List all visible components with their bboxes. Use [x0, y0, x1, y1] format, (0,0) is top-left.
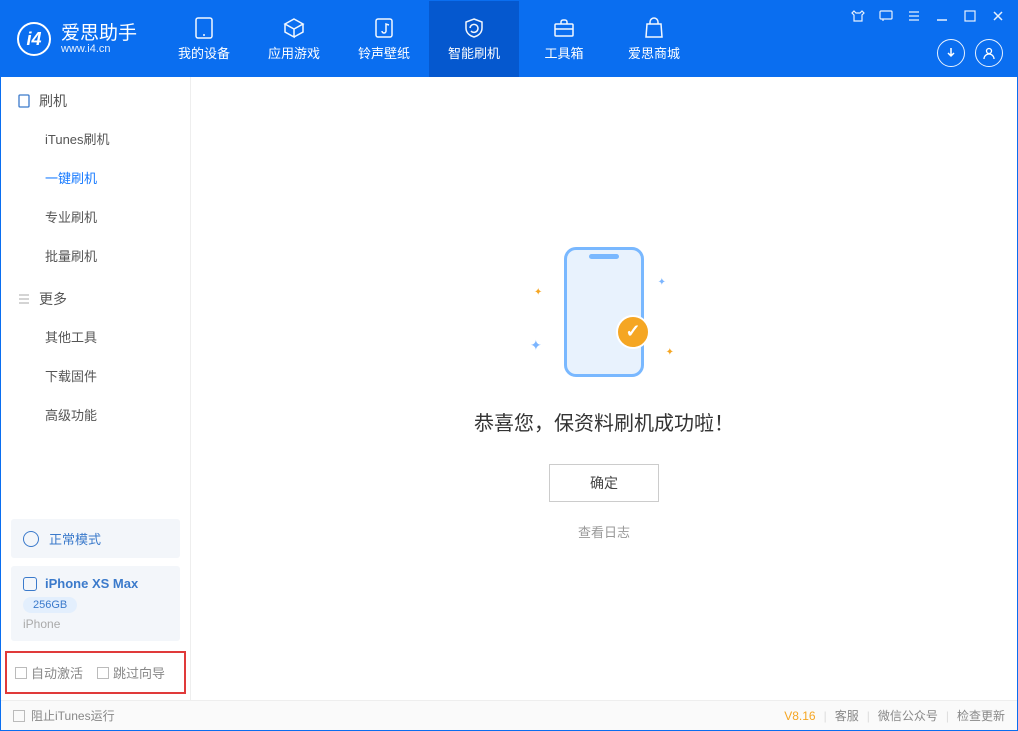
checkbox-icon — [97, 667, 109, 679]
header-right-icons — [937, 39, 1003, 67]
bag-icon — [640, 17, 668, 39]
nav-my-device[interactable]: 我的设备 — [159, 1, 249, 77]
sparkle-icon: ✦ — [666, 347, 674, 358]
sidebar-item-pro-flash[interactable]: 专业刷机 — [45, 197, 190, 236]
device-type: iPhone — [23, 617, 168, 631]
skin-icon[interactable] — [849, 7, 867, 25]
maximize-icon[interactable] — [961, 7, 979, 25]
main-nav: 我的设备 应用游戏 铃声壁纸 智能刷机 工具箱 爱思商城 — [159, 1, 699, 77]
nav-toolbox[interactable]: 工具箱 — [519, 1, 609, 77]
window-controls — [849, 7, 1007, 25]
sidebar-item-itunes-flash[interactable]: iTunes刷机 — [45, 119, 190, 158]
checkbox-auto-activate[interactable]: 自动激活 — [15, 663, 83, 682]
checkbox-skip-wizard[interactable]: 跳过向导 — [97, 663, 165, 682]
toolbox-icon — [550, 17, 578, 39]
device-storage: 256GB — [23, 597, 77, 613]
success-panel: ✓ ✦ ✦ ✦ ✦ 恭喜您，保资料刷机成功啦！ 确定 查看日志 — [474, 237, 734, 541]
nav-store[interactable]: 爱思商城 — [609, 1, 699, 77]
support-link[interactable]: 客服 — [835, 707, 859, 724]
minimize-icon[interactable] — [933, 7, 951, 25]
sparkle-icon: ✦ — [658, 277, 666, 288]
download-icon[interactable] — [937, 39, 965, 67]
app-header: i4 爱思助手 www.i4.cn 我的设备 应用游戏 铃声壁纸 智能刷机 工具… — [1, 1, 1017, 77]
sparkle-icon: ✦ — [530, 337, 542, 354]
app-name: 爱思助手 — [61, 24, 137, 43]
view-log-link[interactable]: 查看日志 — [474, 522, 734, 541]
list-icon — [17, 292, 31, 306]
sidebar-section-flash: 刷机 — [1, 77, 190, 119]
user-icon[interactable] — [975, 39, 1003, 67]
device-mode-card[interactable]: 正常模式 — [11, 519, 180, 558]
menu-icon[interactable] — [905, 7, 923, 25]
nav-label: 铃声壁纸 — [358, 43, 410, 62]
status-bar: 阻止iTunes运行 V8.16 | 客服 | 微信公众号 | 检查更新 — [1, 700, 1017, 730]
section-title: 更多 — [39, 289, 67, 309]
success-illustration: ✓ ✦ ✦ ✦ ✦ — [524, 237, 684, 387]
sparkle-icon: ✦ — [534, 287, 542, 298]
cube-icon — [280, 17, 308, 39]
mode-icon — [23, 531, 39, 547]
mode-label: 正常模式 — [49, 529, 101, 548]
nav-label: 应用游戏 — [268, 43, 320, 62]
checkbox-icon — [15, 667, 27, 679]
app-logo: i4 爱思助手 www.i4.cn — [1, 1, 159, 77]
music-file-icon — [370, 17, 398, 39]
flash-options-row: 自动激活 跳过向导 — [5, 651, 186, 694]
checkbox-icon — [13, 710, 25, 722]
feedback-icon[interactable] — [877, 7, 895, 25]
nav-ringtones-wallpapers[interactable]: 铃声壁纸 — [339, 1, 429, 77]
ok-button[interactable]: 确定 — [549, 464, 659, 502]
nav-label: 爱思商城 — [628, 43, 680, 62]
logo-icon: i4 — [17, 22, 51, 56]
sidebar-section-more: 更多 — [1, 275, 190, 317]
nav-label: 智能刷机 — [448, 43, 500, 62]
app-url: www.i4.cn — [61, 43, 137, 55]
main-content: ✓ ✦ ✦ ✦ ✦ 恭喜您，保资料刷机成功啦！ 确定 查看日志 — [191, 77, 1017, 700]
phone-graphic — [564, 247, 644, 377]
section-title: 刷机 — [39, 91, 67, 111]
sidebar-item-other-tools[interactable]: 其他工具 — [45, 317, 190, 356]
checkmark-badge-icon: ✓ — [616, 315, 650, 349]
nav-label: 工具箱 — [545, 43, 584, 62]
nav-label: 我的设备 — [178, 43, 230, 62]
check-update-link[interactable]: 检查更新 — [957, 707, 1005, 724]
sidebar: 刷机 iTunes刷机 一键刷机 专业刷机 批量刷机 更多 其他工具 下载固件 … — [1, 77, 191, 700]
device-small-icon — [23, 577, 37, 591]
checkbox-block-itunes[interactable]: 阻止iTunes运行 — [13, 707, 115, 724]
sidebar-item-download-firmware[interactable]: 下载固件 — [45, 356, 190, 395]
nav-apps-games[interactable]: 应用游戏 — [249, 1, 339, 77]
version-label: V8.16 — [784, 709, 815, 723]
nav-smart-flash[interactable]: 智能刷机 — [429, 1, 519, 77]
device-name: iPhone XS Max — [45, 576, 138, 591]
sidebar-item-advanced[interactable]: 高级功能 — [45, 395, 190, 434]
wechat-link[interactable]: 微信公众号 — [878, 707, 938, 724]
success-message: 恭喜您，保资料刷机成功啦！ — [474, 407, 734, 436]
device-icon — [190, 17, 218, 39]
sidebar-item-onekey-flash[interactable]: 一键刷机 — [45, 158, 190, 197]
shield-refresh-icon — [460, 17, 488, 39]
close-icon[interactable] — [989, 7, 1007, 25]
device-info-card[interactable]: iPhone XS Max 256GB iPhone — [11, 566, 180, 641]
phone-icon — [17, 94, 31, 108]
sidebar-item-batch-flash[interactable]: 批量刷机 — [45, 236, 190, 275]
